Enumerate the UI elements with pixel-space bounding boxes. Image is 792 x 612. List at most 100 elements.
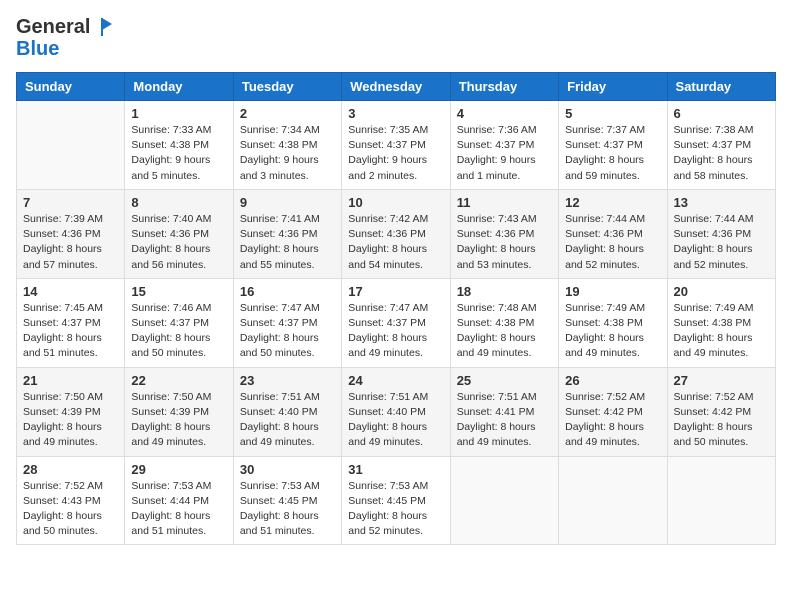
day-number: 16: [240, 284, 335, 299]
calendar-cell: 29Sunrise: 7:53 AMSunset: 4:44 PMDayligh…: [125, 456, 233, 545]
cell-info: Sunrise: 7:37 AMSunset: 4:37 PMDaylight:…: [565, 123, 660, 184]
calendar-cell: 26 Sunrise: 7:52 AMSunset: 4:42 PMDayligh…: [559, 367, 667, 456]
calendar-cell: 3Sunrise: 7:35 AMSunset: 4:37 PMDaylight…: [342, 101, 450, 190]
calendar-cell: 9 Sunrise: 7:41 AMSunset: 4:36 PMDaylight…: [233, 189, 341, 278]
calendar-week-3: 14 Sunrise: 7:45 AMSunset: 4:37 PMDayligh…: [17, 278, 776, 367]
cell-info: Sunrise: 7:50 AMSunset: 4:39 PMDaylight:…: [131, 390, 226, 451]
day-number: 24: [348, 373, 443, 388]
cell-info: Sunrise: 7:49 AMSunset: 4:38 PMDaylight:…: [674, 301, 769, 362]
calendar-cell: 4 Sunrise: 7:36 AMSunset: 4:37 PMDaylight…: [450, 101, 558, 190]
calendar-cell: 30 Sunrise: 7:53 AMSunset: 4:45 PMDayligh…: [233, 456, 341, 545]
day-number: 30: [240, 462, 335, 477]
calendar-cell: 1 Sunrise: 7:33 AMSunset: 4:38 PMDaylight…: [125, 101, 233, 190]
calendar-cell: [17, 101, 125, 190]
cell-info: Sunrise: 7:49 AMSunset: 4:38 PMDaylight:…: [565, 301, 660, 362]
day-number: 12: [565, 195, 660, 210]
day-number: 27: [674, 373, 769, 388]
calendar-cell: 17Sunrise: 7:47 AMSunset: 4:37 PMDayligh…: [342, 278, 450, 367]
day-number: 7: [23, 195, 118, 210]
day-number: 13: [674, 195, 769, 210]
day-number: 31: [348, 462, 443, 477]
day-number: 1: [131, 106, 226, 121]
logo-flag-icon: [92, 16, 114, 38]
logo: General Blue: [16, 16, 114, 60]
calendar-cell: 6Sunrise: 7:38 AMSunset: 4:37 PMDaylight…: [667, 101, 775, 190]
cell-info: Sunrise: 7:52 AMSunset: 4:43 PMDaylight:…: [23, 479, 118, 540]
calendar-week-5: 28 Sunrise: 7:52 AMSunset: 4:43 PMDayligh…: [17, 456, 776, 545]
calendar-cell: 19 Sunrise: 7:49 AMSunset: 4:38 PMDayligh…: [559, 278, 667, 367]
logo-blue: Blue: [16, 38, 59, 60]
cell-info: Sunrise: 7:43 AMSunset: 4:36 PMDaylight:…: [457, 212, 552, 273]
calendar-cell: 28 Sunrise: 7:52 AMSunset: 4:43 PMDayligh…: [17, 456, 125, 545]
day-number: 21: [23, 373, 118, 388]
day-number: 14: [23, 284, 118, 299]
calendar-cell: 14 Sunrise: 7:45 AMSunset: 4:37 PMDayligh…: [17, 278, 125, 367]
calendar-cell: 21 Sunrise: 7:50 AMSunset: 4:39 PMDayligh…: [17, 367, 125, 456]
weekday-header-tuesday: Tuesday: [233, 73, 341, 101]
calendar-cell: 10Sunrise: 7:42 AMSunset: 4:36 PMDayligh…: [342, 189, 450, 278]
day-number: 11: [457, 195, 552, 210]
cell-info: Sunrise: 7:50 AMSunset: 4:39 PMDaylight:…: [23, 390, 118, 451]
cell-info: Sunrise: 7:46 AMSunset: 4:37 PMDaylight:…: [131, 301, 226, 362]
calendar-cell: 7Sunrise: 7:39 AMSunset: 4:36 PMDaylight…: [17, 189, 125, 278]
cell-info: Sunrise: 7:47 AMSunset: 4:37 PMDaylight:…: [240, 301, 335, 362]
cell-info: Sunrise: 7:45 AMSunset: 4:37 PMDaylight:…: [23, 301, 118, 362]
cell-info: Sunrise: 7:51 AMSunset: 4:40 PMDaylight:…: [348, 390, 443, 451]
day-number: 5: [565, 106, 660, 121]
cell-info: Sunrise: 7:36 AMSunset: 4:37 PMDaylight:…: [457, 123, 552, 184]
calendar-week-4: 21 Sunrise: 7:50 AMSunset: 4:39 PMDayligh…: [17, 367, 776, 456]
logo-general: General: [16, 16, 90, 38]
cell-info: Sunrise: 7:53 AMSunset: 4:44 PMDaylight:…: [131, 479, 226, 540]
calendar-cell: [667, 456, 775, 545]
day-number: 9: [240, 195, 335, 210]
calendar-cell: 22 Sunrise: 7:50 AMSunset: 4:39 PMDayligh…: [125, 367, 233, 456]
calendar-cell: 20 Sunrise: 7:49 AMSunset: 4:38 PMDayligh…: [667, 278, 775, 367]
day-number: 17: [348, 284, 443, 299]
day-number: 4: [457, 106, 552, 121]
calendar-cell: 2 Sunrise: 7:34 AMSunset: 4:38 PMDaylight…: [233, 101, 341, 190]
day-number: 23: [240, 373, 335, 388]
weekday-header-row: SundayMondayTuesdayWednesdayThursdayFrid…: [17, 73, 776, 101]
calendar-cell: 5 Sunrise: 7:37 AMSunset: 4:37 PMDaylight…: [559, 101, 667, 190]
calendar-cell: 24 Sunrise: 7:51 AMSunset: 4:40 PMDayligh…: [342, 367, 450, 456]
calendar-cell: 25 Sunrise: 7:51 AMSunset: 4:41 PMDayligh…: [450, 367, 558, 456]
day-number: 18: [457, 284, 552, 299]
cell-info: Sunrise: 7:52 AMSunset: 4:42 PMDaylight:…: [565, 390, 660, 451]
calendar-cell: [450, 456, 558, 545]
day-number: 2: [240, 106, 335, 121]
day-number: 22: [131, 373, 226, 388]
cell-info: Sunrise: 7:41 AMSunset: 4:36 PMDaylight:…: [240, 212, 335, 273]
cell-info: Sunrise: 7:40 AMSunset: 4:36 PMDaylight:…: [131, 212, 226, 273]
calendar-cell: 12Sunrise: 7:44 AMSunset: 4:36 PMDayligh…: [559, 189, 667, 278]
calendar-cell: [559, 456, 667, 545]
weekday-header-monday: Monday: [125, 73, 233, 101]
calendar-table: SundayMondayTuesdayWednesdayThursdayFrid…: [16, 72, 776, 545]
day-number: 3: [348, 106, 443, 121]
day-number: 8: [131, 195, 226, 210]
cell-info: Sunrise: 7:51 AMSunset: 4:40 PMDaylight:…: [240, 390, 335, 451]
calendar-cell: 27 Sunrise: 7:52 AMSunset: 4:42 PMDayligh…: [667, 367, 775, 456]
day-number: 20: [674, 284, 769, 299]
weekday-header-thursday: Thursday: [450, 73, 558, 101]
cell-info: Sunrise: 7:52 AMSunset: 4:42 PMDaylight:…: [674, 390, 769, 451]
cell-info: Sunrise: 7:51 AMSunset: 4:41 PMDaylight:…: [457, 390, 552, 451]
cell-info: Sunrise: 7:34 AMSunset: 4:38 PMDaylight:…: [240, 123, 335, 184]
cell-info: Sunrise: 7:53 AMSunset: 4:45 PMDaylight:…: [348, 479, 443, 540]
calendar-cell: 16 Sunrise: 7:47 AMSunset: 4:37 PMDayligh…: [233, 278, 341, 367]
day-number: 25: [457, 373, 552, 388]
weekday-header-sunday: Sunday: [17, 73, 125, 101]
day-number: 26: [565, 373, 660, 388]
calendar-week-2: 7Sunrise: 7:39 AMSunset: 4:36 PMDaylight…: [17, 189, 776, 278]
cell-info: Sunrise: 7:33 AMSunset: 4:38 PMDaylight:…: [131, 123, 226, 184]
cell-info: Sunrise: 7:53 AMSunset: 4:45 PMDaylight:…: [240, 479, 335, 540]
weekday-header-saturday: Saturday: [667, 73, 775, 101]
day-number: 15: [131, 284, 226, 299]
calendar-cell: 23 Sunrise: 7:51 AMSunset: 4:40 PMDayligh…: [233, 367, 341, 456]
day-number: 6: [674, 106, 769, 121]
cell-info: Sunrise: 7:44 AMSunset: 4:36 PMDaylight:…: [674, 212, 769, 273]
cell-info: Sunrise: 7:48 AMSunset: 4:38 PMDaylight:…: [457, 301, 552, 362]
calendar-cell: 13 Sunrise: 7:44 AMSunset: 4:36 PMDayligh…: [667, 189, 775, 278]
day-number: 19: [565, 284, 660, 299]
day-number: 28: [23, 462, 118, 477]
calendar-cell: 31 Sunrise: 7:53 AMSunset: 4:45 PMDayligh…: [342, 456, 450, 545]
